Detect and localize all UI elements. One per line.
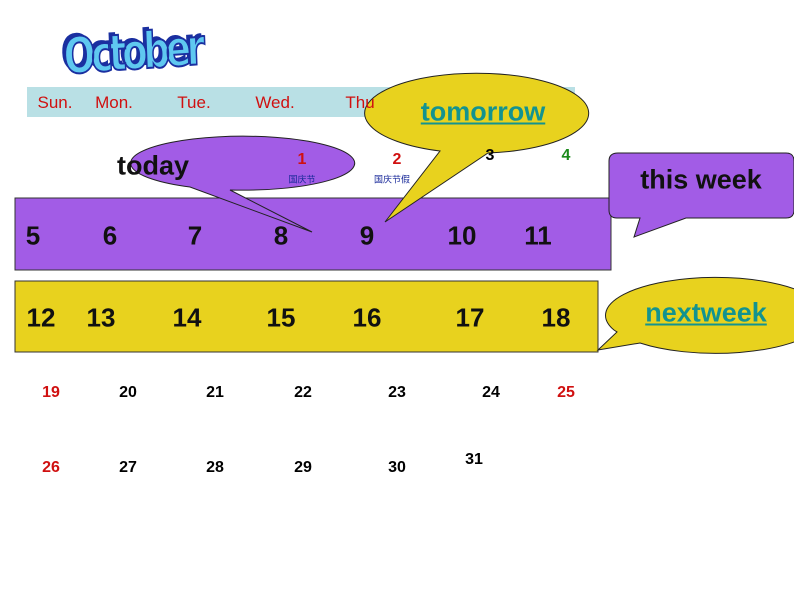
day-11: 11 [524, 220, 552, 251]
day-30: 30 [388, 459, 406, 476]
day-21: 21 [206, 384, 224, 401]
weekday-sun: Sun. [37, 93, 73, 112]
weekday-mon: Mon. [95, 93, 133, 112]
day-6: 6 [102, 220, 118, 251]
weekday-thu: Thu [345, 93, 375, 112]
day-27: 27 [119, 459, 137, 476]
day-29: 29 [294, 459, 312, 476]
next-week-callout-link[interactable]: nextweek [645, 298, 767, 329]
day-8: 8 [273, 220, 289, 251]
day-17: 17 [455, 302, 485, 333]
day-15: 15 [266, 302, 296, 333]
today-callout-label: today [116, 150, 190, 181]
holiday-note-2: 国庆节假 [373, 174, 411, 185]
day-12: 12 [26, 302, 56, 333]
day-2: 2 [392, 151, 402, 168]
day-16: 16 [352, 302, 382, 333]
day-28: 28 [206, 459, 224, 476]
day-26: 26 [42, 459, 60, 476]
day-25: 25 [557, 384, 575, 401]
day-31: 31 [465, 451, 483, 468]
day-18: 18 [541, 302, 571, 333]
day-7: 7 [187, 220, 203, 251]
day-3: 3 [485, 147, 495, 164]
calendar-slide: October Sun. Mon. Tue. Wed. Thu 1 2 3 4 … [0, 0, 794, 596]
this-week-callout-label: this week [640, 164, 762, 195]
holiday-note-1: 国庆节 [288, 174, 316, 185]
weekday-wed: Wed. [255, 93, 295, 112]
day-10: 10 [447, 220, 477, 251]
day-24: 24 [482, 384, 500, 401]
day-23: 23 [388, 384, 406, 401]
day-5: 5 [25, 220, 41, 251]
day-13: 13 [86, 302, 116, 333]
day-22: 22 [294, 384, 312, 401]
day-9: 9 [359, 220, 375, 251]
day-20: 20 [119, 384, 137, 401]
day-19: 19 [42, 384, 60, 401]
tomorrow-callout-link[interactable]: tomorrow [421, 97, 546, 128]
day-4: 4 [561, 147, 571, 164]
day-1: 1 [297, 151, 307, 168]
day-14: 14 [172, 302, 202, 333]
weekday-tue: Tue. [177, 93, 211, 112]
